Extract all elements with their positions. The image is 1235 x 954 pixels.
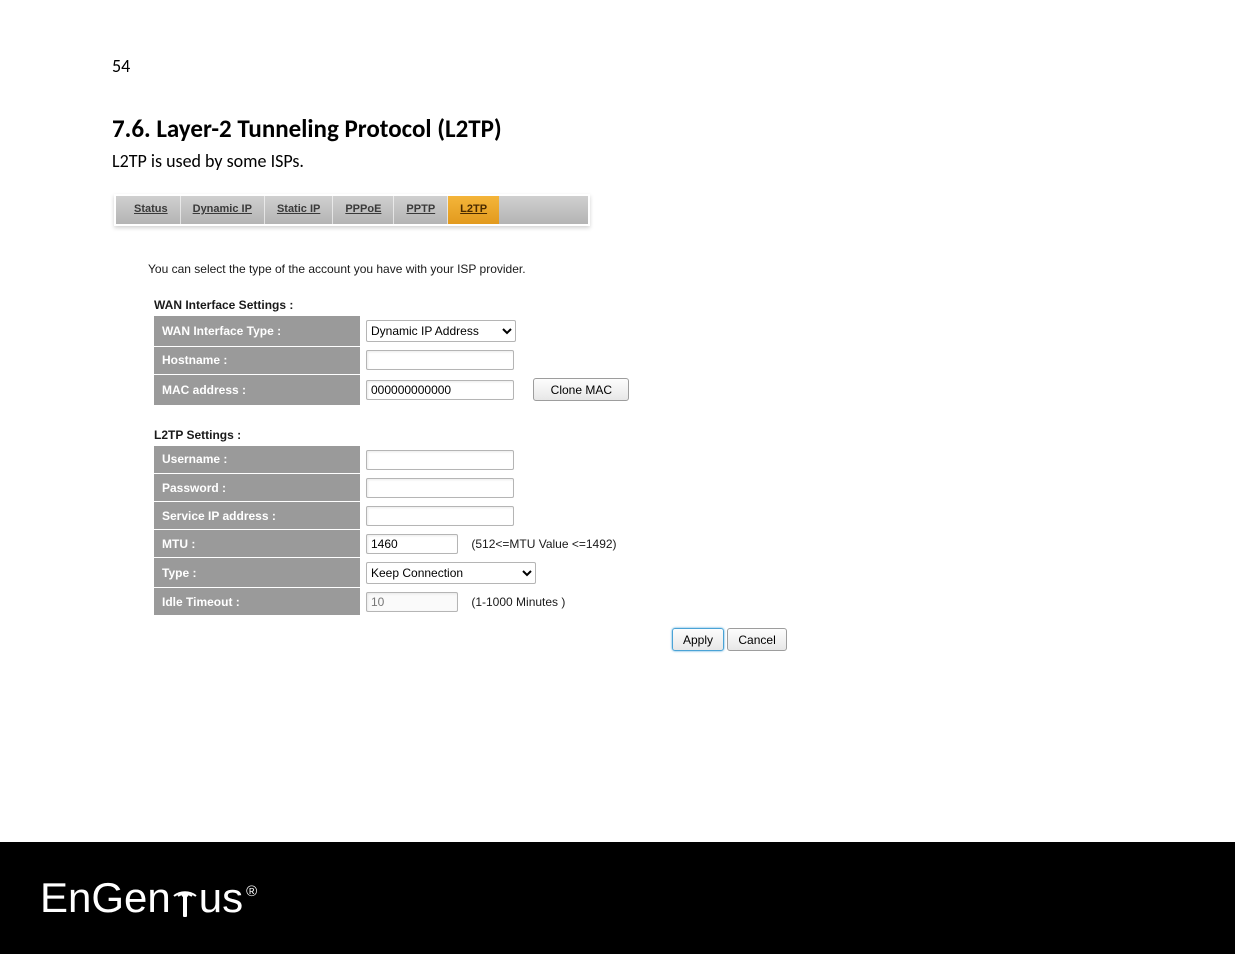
mtu-label: MTU : (154, 530, 360, 558)
page-footer: EnGen us ® (0, 842, 1235, 954)
idle-timeout-label: Idle Timeout : (154, 588, 360, 616)
wan-section-title: WAN Interface Settings : (154, 298, 792, 312)
mac-label: MAC address : (154, 374, 360, 405)
tab-l2tp[interactable]: L2TP (448, 196, 499, 224)
mac-input[interactable] (366, 380, 514, 400)
router-screenshot: Status Dynamic IP Static IP PPPoE PPTP L… (112, 194, 792, 651)
tab-status[interactable]: Status (116, 196, 181, 224)
hostname-label: Hostname : (154, 346, 360, 374)
tab-description: You can select the type of the account y… (148, 262, 792, 276)
mtu-input[interactable] (366, 534, 458, 554)
mtu-range-note: (512<=MTU Value <=1492) (471, 537, 616, 551)
username-input[interactable] (366, 450, 514, 470)
registered-icon: ® (246, 883, 257, 900)
wan-iface-type-label: WAN Interface Type : (154, 316, 360, 346)
hostname-input[interactable] (366, 350, 514, 370)
wan-type-tabs: Status Dynamic IP Static IP PPPoE PPTP L… (114, 194, 590, 226)
username-label: Username : (154, 446, 360, 474)
engenius-logo: EnGen us ® (40, 877, 257, 919)
service-ip-label: Service IP address : (154, 502, 360, 530)
section-heading: 7.6. Layer-2 Tunneling Protocol (L2TP) (112, 113, 1235, 144)
wan-iface-type-select[interactable]: Dynamic IP Address (366, 320, 516, 342)
page-number: 54 (112, 55, 1235, 77)
type-label: Type : (154, 558, 360, 588)
cancel-button[interactable]: Cancel (727, 628, 786, 651)
idle-timeout-input[interactable] (366, 592, 458, 612)
service-ip-input[interactable] (366, 506, 514, 526)
apply-button[interactable]: Apply (672, 628, 724, 651)
wifi-icon (172, 880, 198, 917)
l2tp-section-title: L2TP Settings : (154, 428, 792, 442)
idle-range-note: (1-1000 Minutes ) (471, 595, 565, 609)
tab-dynamic-ip[interactable]: Dynamic IP (181, 196, 265, 224)
connection-type-select[interactable]: Keep Connection (366, 562, 536, 584)
password-label: Password : (154, 474, 360, 502)
tab-pppoe[interactable]: PPPoE (333, 196, 394, 224)
tab-static-ip[interactable]: Static IP (265, 196, 333, 224)
wan-settings-table: WAN Interface Type : Dynamic IP Address … (154, 316, 629, 406)
l2tp-settings-table: Username : Password : Service IP address… (154, 446, 617, 617)
section-intro: L2TP is used by some ISPs. (112, 150, 1235, 172)
clone-mac-button[interactable]: Clone MAC (533, 378, 629, 401)
tab-pptp[interactable]: PPTP (394, 196, 448, 224)
password-input[interactable] (366, 478, 514, 498)
